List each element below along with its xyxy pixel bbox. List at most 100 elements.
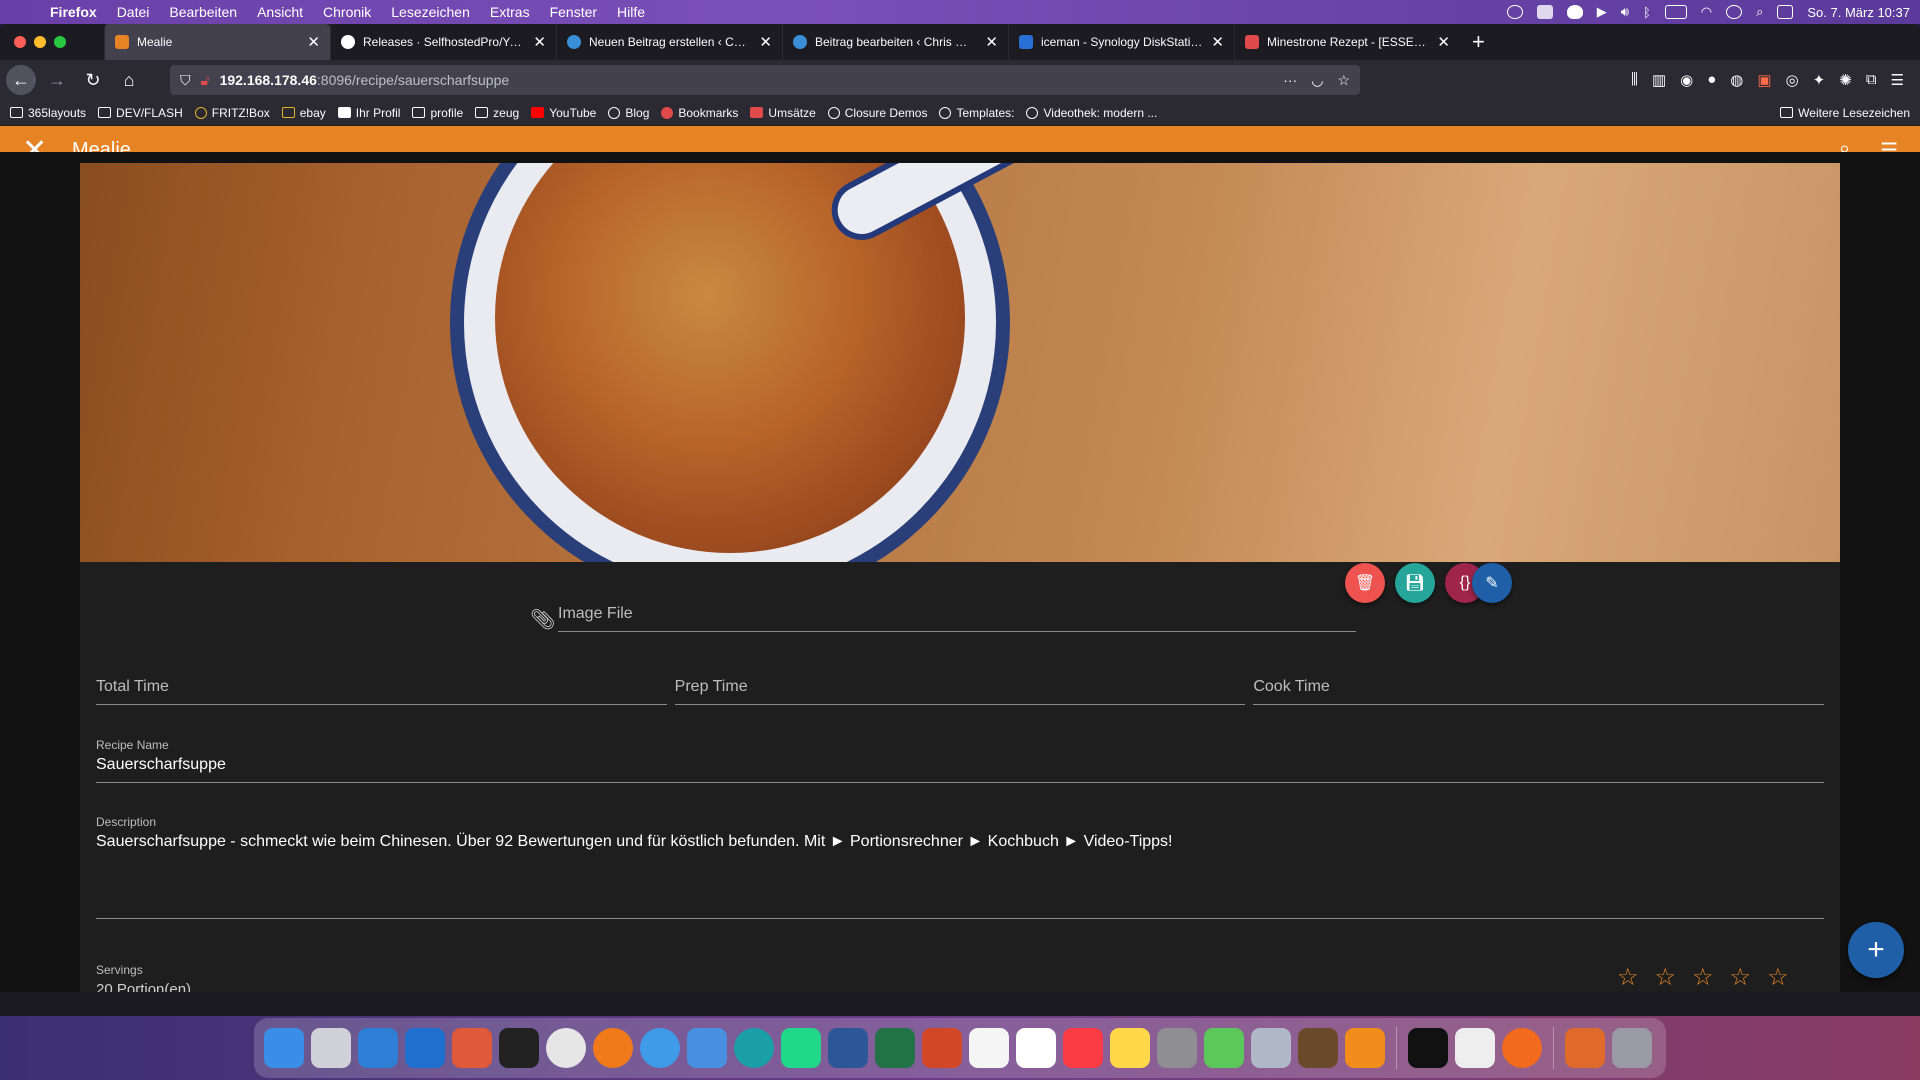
bookmark-item[interactable]: YouTube: [531, 106, 596, 120]
edit-button[interactable]: ✎: [1472, 563, 1512, 603]
bookmark-item[interactable]: Bookmarks: [661, 106, 738, 120]
powerpoint-icon[interactable]: [922, 1028, 962, 1068]
recipe-name-field[interactable]: Recipe Name Sauerscharfsuppe: [96, 726, 1824, 783]
pocket-icon[interactable]: ◡: [1311, 72, 1323, 89]
safari-icon[interactable]: [640, 1028, 680, 1068]
bookmark-item[interactable]: Closure Demos: [827, 106, 927, 120]
play-status-icon[interactable]: ▶: [1597, 4, 1607, 20]
menubar-datetime[interactable]: So. 7. März 10:37: [1807, 5, 1910, 20]
recipe-name-value[interactable]: Sauerscharfsuppe: [96, 756, 1824, 774]
bookmark-item[interactable]: Ihr Profil: [337, 106, 400, 120]
image-file-field[interactable]: Image File: [558, 596, 1356, 632]
volume-icon[interactable]: 🔊︎: [1621, 4, 1629, 20]
extension-5-icon[interactable]: ✦: [1813, 71, 1826, 89]
shield-status-icon[interactable]: [1566, 5, 1583, 19]
reload-button[interactable]: ↻: [78, 65, 108, 95]
sidebar-icon[interactable]: ▥: [1652, 71, 1666, 89]
minimize-window-button[interactable]: [34, 36, 46, 48]
close-tab-icon[interactable]: ✕: [1437, 33, 1450, 51]
ubuntu-folder-icon[interactable]: [1565, 1028, 1605, 1068]
remote-desktop-icon[interactable]: [405, 1028, 445, 1068]
tab-edit-post[interactable]: Beitrag bearbeiten ‹ Chris — W ✕: [782, 24, 1008, 60]
add-recipe-button[interactable]: +: [1848, 922, 1904, 978]
tracking-shield-icon[interactable]: ⛉: [180, 72, 191, 89]
close-tab-icon[interactable]: ✕: [759, 33, 772, 51]
save-button[interactable]: 💾︎: [1395, 563, 1435, 603]
vlc-icon[interactable]: [1345, 1028, 1385, 1068]
extension-6-icon[interactable]: ✺: [1839, 71, 1852, 89]
app-menu-icon[interactable]: ☰: [1891, 71, 1904, 89]
mail-icon[interactable]: [687, 1028, 727, 1068]
maps-icon[interactable]: [1204, 1028, 1244, 1068]
menu-fenster[interactable]: Fenster: [540, 4, 607, 20]
maximize-window-button[interactable]: [54, 36, 66, 48]
paperclip-icon[interactable]: 📎︎: [530, 607, 555, 632]
bookmark-star-icon[interactable]: ☆: [1337, 72, 1350, 89]
menu-app-name[interactable]: Firefox: [40, 4, 107, 20]
chrome-icon[interactable]: [546, 1028, 586, 1068]
menu-hilfe[interactable]: Hilfe: [607, 4, 655, 20]
photos-icon[interactable]: [969, 1028, 1009, 1068]
menu-chronik[interactable]: Chronik: [313, 4, 381, 20]
star-2-icon[interactable]: ☆: [1655, 963, 1677, 992]
bookmark-item[interactable]: Templates:: [939, 106, 1014, 120]
close-tab-icon[interactable]: ✕: [985, 33, 998, 51]
extension-1-icon[interactable]: ●: [1707, 71, 1716, 89]
star-1-icon[interactable]: ☆: [1617, 963, 1639, 992]
battery-icon[interactable]: [1664, 5, 1687, 19]
system-preferences-icon[interactable]: [1157, 1028, 1197, 1068]
arduino-icon[interactable]: [734, 1028, 774, 1068]
close-tab-icon[interactable]: ✕: [307, 33, 320, 51]
extension-2-icon[interactable]: ◍: [1730, 71, 1743, 89]
star-5-icon[interactable]: ☆: [1767, 963, 1789, 992]
extensions-icon[interactable]: ⧉: [1866, 71, 1877, 89]
control-center-icon[interactable]: [1777, 5, 1794, 19]
other-bookmarks-folder[interactable]: Weitere Lesezeichen: [1780, 106, 1910, 120]
calendar-icon[interactable]: [1016, 1028, 1056, 1068]
total-time-field[interactable]: Total Time: [96, 669, 667, 705]
star-4-icon[interactable]: ☆: [1730, 963, 1752, 992]
back-button[interactable]: ←: [6, 65, 36, 95]
bookmark-folder[interactable]: profile: [412, 106, 463, 120]
menu-bearbeiten[interactable]: Bearbeiten: [159, 4, 247, 20]
menu-datei[interactable]: Datei: [107, 4, 160, 20]
wifi-icon[interactable]: ◠: [1701, 4, 1712, 20]
bookmark-item[interactable]: Blog: [608, 106, 649, 120]
music-icon[interactable]: [1063, 1028, 1103, 1068]
tab-github-releases[interactable]: Releases · SelfhostedPro/Yacht ✕: [330, 24, 556, 60]
prep-time-field[interactable]: Prep Time: [674, 669, 1246, 705]
bookmark-item[interactable]: ebay: [281, 106, 326, 120]
launchpad-icon[interactable]: [311, 1028, 351, 1068]
bookmark-item[interactable]: FRITZ!Box: [194, 106, 270, 120]
bookmark-folder[interactable]: 365layouts: [10, 106, 86, 120]
vscode-icon[interactable]: [358, 1028, 398, 1068]
feather-app-icon[interactable]: [1502, 1028, 1542, 1068]
firefox-icon[interactable]: [593, 1028, 633, 1068]
bookmark-folder[interactable]: DEV/FLASH: [98, 106, 183, 120]
finder-icon[interactable]: [264, 1028, 304, 1068]
image-file-input[interactable]: 📎︎ Image File: [530, 596, 1356, 632]
new-tab-button[interactable]: +: [1460, 29, 1497, 55]
preview-icon[interactable]: [1251, 1028, 1291, 1068]
url-bar[interactable]: ⛉ 🔓︎ 192.168.178.46:8096/recipe/sauersch…: [170, 65, 1360, 95]
home-button[interactable]: ⌂: [114, 65, 144, 95]
insecure-lock-icon[interactable]: 🔓︎: [201, 72, 210, 89]
forward-button[interactable]: →: [42, 65, 72, 95]
close-tab-icon[interactable]: ✕: [533, 33, 546, 51]
description-field[interactable]: Description Sauerscharfsuppe - schmeckt …: [96, 803, 1824, 919]
menu-lesezeichen[interactable]: Lesezeichen: [381, 4, 480, 20]
library-icon[interactable]: ⫼: [1631, 71, 1638, 89]
tab-minestrone[interactable]: Minestrone Rezept - [ESSEN UN ✕: [1234, 24, 1460, 60]
excel-icon[interactable]: [875, 1028, 915, 1068]
textedit-icon[interactable]: [1455, 1028, 1495, 1068]
menu-extras[interactable]: Extras: [480, 4, 540, 20]
extension-3-icon[interactable]: ▣: [1757, 71, 1771, 89]
user-status-icon[interactable]: [1726, 5, 1743, 19]
terminal-app-icon[interactable]: [499, 1028, 539, 1068]
close-window-button[interactable]: [14, 36, 26, 48]
pycharm-icon[interactable]: [781, 1028, 821, 1068]
description-value[interactable]: Sauerscharfsuppe - schmeckt wie beim Chi…: [96, 833, 1824, 851]
cook-time-field[interactable]: Cook Time: [1253, 669, 1825, 705]
word-icon[interactable]: [828, 1028, 868, 1068]
bookmark-item[interactable]: Videothek: modern ...: [1026, 106, 1157, 120]
